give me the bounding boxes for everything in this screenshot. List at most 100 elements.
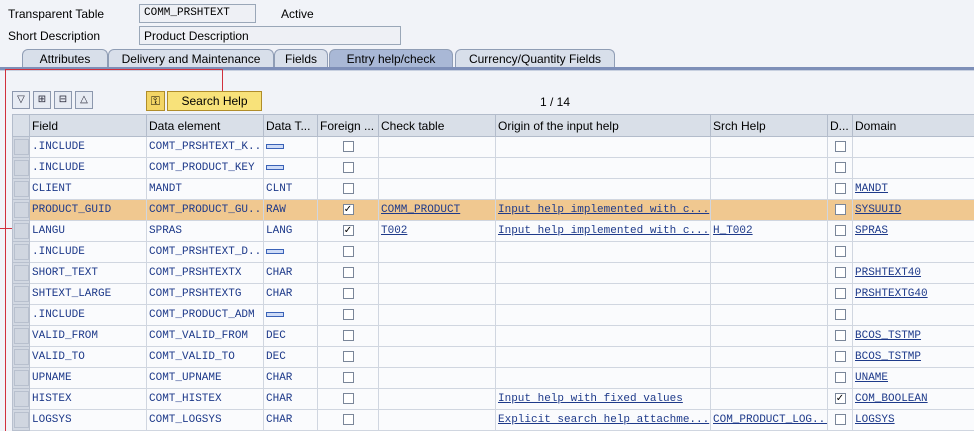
row-handle[interactable]	[13, 139, 29, 155]
col-header-data-type[interactable]: Data T...	[263, 114, 318, 137]
foreign-key-checkbox[interactable]	[342, 182, 354, 194]
row-handle[interactable]	[13, 349, 29, 365]
col-header-data-element[interactable]: Data element	[146, 114, 264, 137]
table-row[interactable]: LOGSYS COMT_LOGSYS CHAR Explicit search hel…	[12, 409, 974, 431]
row-select-handle[interactable]	[12, 283, 30, 305]
data-element-cell[interactable]: COMT_HISTEX	[146, 388, 264, 410]
search-help-cell[interactable]	[710, 241, 828, 263]
col-header-d[interactable]: D...	[827, 114, 853, 137]
check-table-cell[interactable]	[378, 304, 496, 326]
search-help-cell[interactable]: COM_PRODUCT_LOG...	[710, 409, 828, 431]
field-cell[interactable]: LOGSYS	[29, 409, 147, 431]
origin-cell[interactable]	[495, 346, 711, 368]
origin-cell[interactable]	[495, 304, 711, 326]
origin-cell[interactable]: Input help implemented with c...	[495, 199, 711, 221]
row-handle[interactable]	[13, 391, 29, 407]
search-help-cell[interactable]	[710, 178, 828, 200]
origin-cell[interactable]	[495, 157, 711, 179]
check-table-cell[interactable]	[378, 283, 496, 305]
foreign-key-checkbox[interactable]	[342, 392, 354, 404]
domain-cell[interactable]	[852, 241, 974, 263]
check-table-cell[interactable]: COMM_PRODUCT	[378, 199, 496, 221]
short-description-field[interactable]: Product Description	[139, 26, 401, 45]
domain-cell[interactable]: SPRAS	[852, 220, 974, 242]
foreign-key-checkbox[interactable]: ✓	[342, 224, 354, 236]
check-table-cell[interactable]	[378, 262, 496, 284]
select-all-handle[interactable]	[12, 114, 30, 137]
search-help-cell[interactable]	[710, 283, 828, 305]
row-select-handle[interactable]	[12, 199, 30, 221]
tab-delivery-maintenance[interactable]: Delivery and Maintenance	[108, 49, 274, 69]
domain-cell[interactable]: UNAME	[852, 367, 974, 389]
check-table-cell[interactable]	[378, 325, 496, 347]
check-table-cell[interactable]	[378, 136, 496, 158]
origin-cell[interactable]	[495, 178, 711, 200]
table-row[interactable]: CLIENT MANDT CLNT MANDT	[12, 178, 974, 200]
field-cell[interactable]: CLIENT	[29, 178, 147, 200]
col-header-search-help[interactable]: Srch Help	[710, 114, 828, 137]
table-row[interactable]: VALID_TO COMT_VALID_TO DEC BCOS_TSTMP	[12, 346, 974, 368]
table-row[interactable]: .INCLUDE COMT_PRODUCT_KEY	[12, 157, 974, 179]
data-element-cell[interactable]: COMT_PRSHTEXTG	[146, 283, 264, 305]
table-row[interactable]: .INCLUDE COMT_PRODUCT_ADM	[12, 304, 974, 326]
d-checkbox[interactable]	[834, 350, 846, 362]
col-header-domain[interactable]: Domain	[852, 114, 974, 137]
row-select-handle[interactable]	[12, 367, 30, 389]
domain-cell[interactable]: SYSUUID	[852, 199, 974, 221]
origin-cell[interactable]	[495, 283, 711, 305]
row-select-handle[interactable]	[12, 346, 30, 368]
check-table-cell[interactable]: T002	[378, 220, 496, 242]
check-table-cell[interactable]	[378, 157, 496, 179]
col-header-origin[interactable]: Origin of the input help	[495, 114, 711, 137]
check-table-cell[interactable]	[378, 367, 496, 389]
d-checkbox[interactable]	[834, 245, 846, 257]
field-cell[interactable]: VALID_TO	[29, 346, 147, 368]
row-handle[interactable]	[13, 307, 29, 323]
origin-cell[interactable]	[495, 241, 711, 263]
d-checkbox[interactable]	[834, 182, 846, 194]
tab-attributes[interactable]: Attributes	[22, 49, 108, 69]
filter-icon[interactable]: ▽	[12, 91, 30, 109]
d-checkbox[interactable]	[834, 224, 846, 236]
tab-entry-help-check[interactable]: Entry help/check	[329, 49, 453, 69]
row-handle[interactable]	[13, 286, 29, 302]
d-checkbox[interactable]	[834, 308, 846, 320]
col-header-check-table[interactable]: Check table	[378, 114, 496, 137]
data-element-cell[interactable]: SPRAS	[146, 220, 264, 242]
search-help-cell[interactable]	[710, 136, 828, 158]
check-table-cell[interactable]	[378, 178, 496, 200]
data-element-cell[interactable]: COMT_PRODUCT_KEY	[146, 157, 264, 179]
field-cell[interactable]: UPNAME	[29, 367, 147, 389]
table-name-field[interactable]: COMM_PRSHTEXT	[139, 4, 256, 23]
search-help-cell[interactable]	[710, 262, 828, 284]
foreign-key-checkbox[interactable]	[342, 161, 354, 173]
domain-cell[interactable]: BCOS_TSTMP	[852, 346, 974, 368]
foreign-key-checkbox[interactable]	[342, 287, 354, 299]
sort-icon[interactable]: △	[75, 91, 93, 109]
row-handle[interactable]	[13, 328, 29, 344]
table-row[interactable]: VALID_FROM COMT_VALID_FROM DEC BCOS_TSTMP	[12, 325, 974, 347]
table-row[interactable]: SHORT_TEXT COMT_PRSHTEXTX CHAR PRSHTEXT40	[12, 262, 974, 284]
data-element-cell[interactable]: COMT_VALID_TO	[146, 346, 264, 368]
field-cell[interactable]: VALID_FROM	[29, 325, 147, 347]
data-element-cell[interactable]: COMT_PRODUCT_GU...	[146, 199, 264, 221]
row-handle[interactable]	[13, 181, 29, 197]
origin-cell[interactable]: Input help implemented with c...	[495, 220, 711, 242]
check-table-cell[interactable]	[378, 388, 496, 410]
domain-cell[interactable]: PRSHTEXT40	[852, 262, 974, 284]
data-element-cell[interactable]: COMT_PRSHTEXT_D...	[146, 241, 264, 263]
d-checkbox[interactable]	[834, 161, 846, 173]
table-row[interactable]: UPNAME COMT_UPNAME CHAR UNAME	[12, 367, 974, 389]
d-checkbox[interactable]	[834, 203, 846, 215]
col-header-field[interactable]: Field	[29, 114, 147, 137]
row-select-handle[interactable]	[12, 136, 30, 158]
origin-cell[interactable]: Explicit search help attachme...	[495, 409, 711, 431]
data-element-cell[interactable]: COMT_VALID_FROM	[146, 325, 264, 347]
field-cell[interactable]: .INCLUDE	[29, 241, 147, 263]
field-cell[interactable]: .INCLUDE	[29, 136, 147, 158]
domain-cell[interactable]: BCOS_TSTMP	[852, 325, 974, 347]
foreign-key-checkbox[interactable]	[342, 245, 354, 257]
search-help-button[interactable]: Search Help	[167, 91, 262, 111]
check-table-cell[interactable]	[378, 409, 496, 431]
table-row[interactable]: SHTEXT_LARGE COMT_PRSHTEXTG CHAR PRSHTEXTG4…	[12, 283, 974, 305]
